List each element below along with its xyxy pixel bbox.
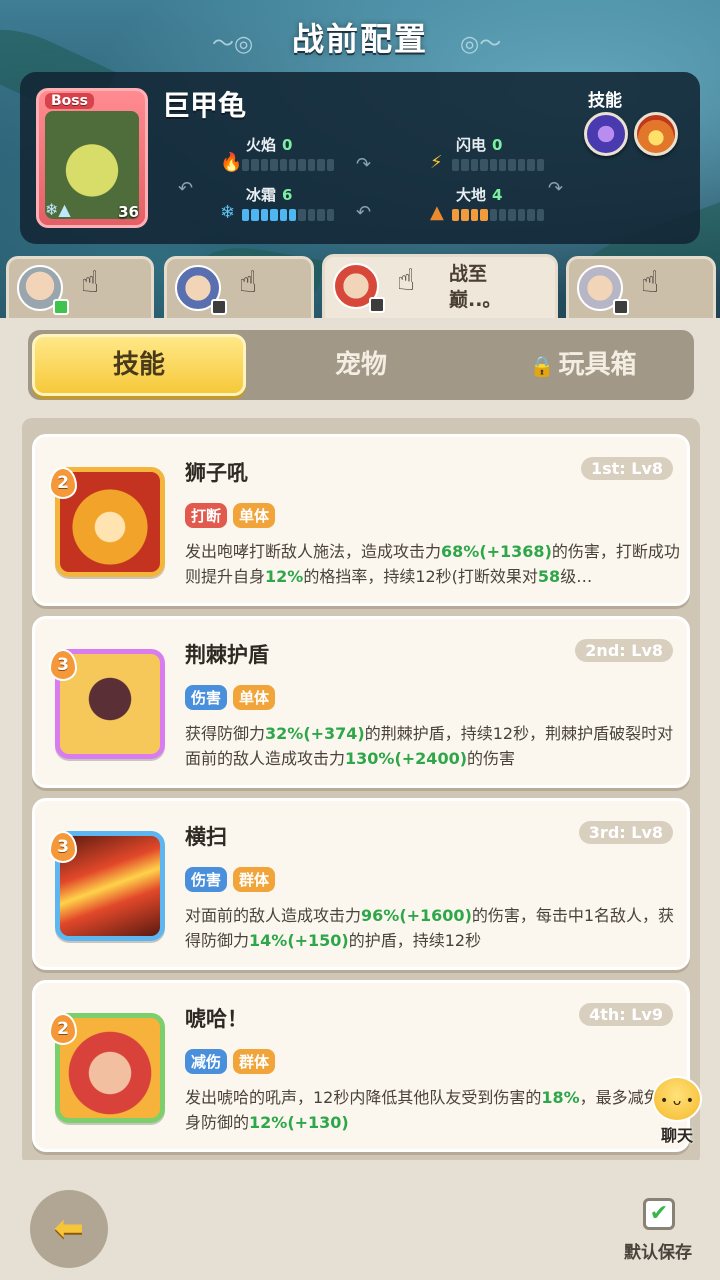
check-icon: ✔: [649, 1201, 669, 1226]
boss-tag: Boss: [45, 93, 94, 109]
default-save-checkbox[interactable]: ✔: [643, 1198, 675, 1230]
hero-tab-2[interactable]: ☝: [164, 256, 314, 318]
skill-description: 获得防御力32%(+374)的荆棘护盾，持续12秒，荆棘护盾破裂时对面前的敌人造…: [185, 724, 674, 768]
stat-lightning-label: 闪电: [456, 136, 487, 154]
energy-cost-badge: 3: [49, 649, 77, 681]
boss-info-panel: Boss ❄▲ 36 巨甲龟 火焰 0 🔥 ↷ 闪电 0 ⚡ ↶ ↷ 冰霜 6 ❄ ↶…: [20, 72, 700, 244]
stat-frost-value: 6: [282, 186, 293, 204]
chat-status-icon: [613, 299, 629, 315]
skill-slot-level: 2nd: Lv8: [575, 639, 673, 662]
tab-toybox-label: 玩具箱: [558, 350, 637, 380]
pointing-hand-icon: ☝: [397, 263, 416, 298]
boss-skill-crown-icon[interactable]: [634, 112, 678, 156]
hero-tab-1[interactable]: ☝: [6, 256, 154, 318]
cycle-arrow-icon: ↶: [356, 202, 372, 223]
frost-element-icon: ❄▲: [45, 200, 71, 219]
skill-slot-level: 3rd: Lv8: [578, 821, 673, 844]
stat-fire: 火焰 0 🔥: [220, 134, 362, 173]
skill-tag: 单体: [233, 685, 276, 710]
stat-fire-value: 0: [282, 136, 293, 154]
skill-list[interactable]: 2 狮子吼 1st: Lv8 打断 单体 发出咆哮打断敌人施法，造成攻击力68%…: [22, 418, 700, 1166]
stat-frost-label: 冰霜: [246, 186, 277, 204]
boss-level: 36: [118, 203, 139, 221]
skill-tag: 伤害: [185, 867, 228, 892]
cycle-arrow-icon: ↷: [356, 154, 372, 175]
stat-fire-label: 火焰: [246, 136, 277, 154]
skill-slot-level: 4th: Lv9: [579, 1003, 673, 1026]
energy-cost-badge: 2: [49, 467, 77, 499]
skill-name: 狮子吼: [185, 461, 248, 485]
category-tabbar: 技能 宠物 🔒 玩具箱: [28, 330, 694, 400]
skill-name: 唬哈！: [185, 1007, 248, 1031]
fire-icon: 🔥: [220, 152, 243, 173]
chat-face-icon: • ᴗ •: [652, 1076, 702, 1122]
chat-status-icon: [53, 299, 69, 315]
hero-tab-4[interactable]: ☝: [566, 256, 716, 318]
stat-lightning-bar: [452, 159, 545, 171]
boss-skills-label: 技能: [588, 91, 622, 111]
stat-earth-bar: [452, 209, 545, 221]
hero-name: 战至巅..。: [449, 263, 502, 311]
skill-card[interactable]: 2 唬哈！ 4th: Lv9 减伤 群体 发出唬哈的吼声，12秒内降低其他队友受…: [32, 980, 690, 1152]
chat-label: 聊天: [660, 1126, 693, 1145]
footer-bar: ⬅ ✔ 默认保存: [0, 1160, 720, 1280]
pointing-hand-icon: ☝: [641, 265, 660, 300]
boss-skill-vortex-icon[interactable]: [584, 112, 628, 156]
skill-name: 荆棘护盾: [185, 643, 269, 667]
skill-card[interactable]: 2 狮子吼 1st: Lv8 打断 单体 发出咆哮打断敌人施法，造成攻击力68%…: [32, 434, 690, 606]
default-save-label: 默认保存: [624, 1243, 692, 1263]
pointing-hand-icon: ☝: [239, 265, 258, 300]
tab-skills[interactable]: 技能: [32, 334, 246, 396]
skill-slot-level: 1st: Lv8: [580, 457, 673, 480]
chat-status-icon: [369, 297, 385, 313]
frost-icon: ❄: [220, 202, 236, 223]
skill-description: 发出咆哮打断敌人施法，造成攻击力68%(+1368)的伤害，打断成功则提升自身1…: [185, 542, 680, 586]
skill-name: 横扫: [185, 825, 227, 849]
stat-lightning: 闪电 0 ⚡: [430, 134, 572, 173]
stat-frost-bar: [242, 209, 335, 221]
skill-tag: 群体: [233, 1049, 276, 1074]
skill-tag: 打断: [185, 503, 228, 528]
lock-icon: 🔒: [529, 354, 555, 378]
page-title: 战前配置: [291, 20, 428, 58]
skill-card[interactable]: 3 横扫 3rd: Lv8 伤害 群体 对面前的敌人造成攻击力96%(+1600…: [32, 798, 690, 970]
pointing-hand-icon: ☝: [81, 265, 100, 300]
stat-earth-value: 4: [492, 186, 503, 204]
skill-tag: 单体: [233, 503, 276, 528]
stat-frost: 冰霜 6 ❄: [220, 184, 362, 223]
stat-lightning-value: 0: [492, 136, 503, 154]
stat-fire-bar: [242, 159, 335, 171]
energy-cost-badge: 3: [49, 831, 77, 863]
stat-earth-label: 大地: [456, 186, 487, 204]
skill-description: 发出唬哈的吼声，12秒内降低其他队友受到伤害的18%，最多减免自身防御的12%(…: [185, 1088, 676, 1132]
earth-icon: ▲: [430, 202, 444, 223]
chat-status-icon: [211, 299, 227, 315]
boss-name: 巨甲龟: [162, 89, 247, 122]
boss-portrait-card[interactable]: Boss ❄▲ 36: [36, 88, 148, 228]
back-arrow-icon: ⬅: [53, 1208, 85, 1249]
cycle-arrow-icon: ↶: [178, 178, 194, 199]
stat-earth: 大地 4 ▲: [430, 184, 572, 223]
tab-toybox[interactable]: 🔒 玩具箱: [476, 334, 690, 396]
skill-tag: 群体: [233, 867, 276, 892]
skill-tag: 减伤: [185, 1049, 228, 1074]
energy-cost-badge: 2: [49, 1013, 77, 1045]
skill-description: 对面前的敌人造成攻击力96%(+1600)的伤害，每击中1名敌人，获得防御力14…: [185, 906, 675, 950]
config-main-panel: 技能 宠物 🔒 玩具箱 2 狮子吼 1st: Lv8 打断 单体 发出咆哮打断敌人…: [0, 318, 720, 1280]
swirl-ornament-icon: ◎～: [460, 32, 502, 57]
back-button[interactable]: ⬅: [30, 1190, 108, 1268]
skill-tag: 伤害: [185, 685, 228, 710]
chat-button[interactable]: • ᴗ • 聊天: [642, 1076, 712, 1146]
battle-scene-background: ～◎ 战前配置 ◎～ Boss ❄▲ 36 巨甲龟 火焰 0 🔥 ↷ 闪电 0 ⚡ …: [0, 0, 720, 330]
tab-pets[interactable]: 宠物: [254, 334, 468, 396]
lightning-icon: ⚡: [430, 152, 443, 173]
skill-card[interactable]: 3 荆棘护盾 2nd: Lv8 伤害 单体 获得防御力32%(+374)的荆棘护…: [32, 616, 690, 788]
hero-tab-3[interactable]: ☝ 战至巅..。: [322, 254, 558, 322]
